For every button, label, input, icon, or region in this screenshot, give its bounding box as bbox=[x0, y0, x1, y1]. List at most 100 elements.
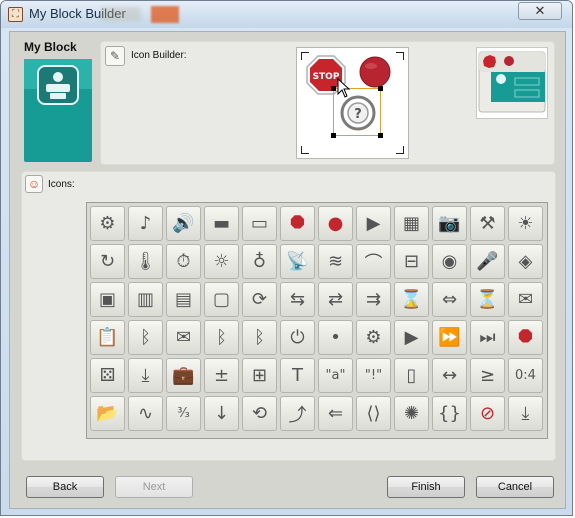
text-icon[interactable]: T bbox=[280, 358, 315, 393]
record-icon[interactable]: ● bbox=[318, 206, 353, 241]
fast-forward-gear-icon[interactable]: ⏭ bbox=[470, 320, 505, 355]
icon-palette-grid: ⚙ ♪ 🔊 ▬ ▭ ⯃ ● ▶ ▦ 📷 ⚒ ☀ ↻ 🌡 ⏱ ☼ ♁ 📡 ≋ ⌒ ⊟ ◉ 🎤 ◈ ▣ ▥ ▤ ▢ ⟳ ⇆ ⇄ ⇉ ⌛ ⇔ ⏳ ✉ 📋 ᛒ ✉ ᛒ… bbox=[86, 202, 548, 439]
play-icon[interactable]: ▶ bbox=[356, 206, 391, 241]
speaker-icon[interactable]: 🔊 bbox=[166, 206, 201, 241]
thermometer-icon[interactable]: 🌡 bbox=[128, 244, 163, 279]
stop-gear-icon[interactable]: ⯃ bbox=[508, 320, 543, 355]
smiley-icon[interactable]: ☺ bbox=[25, 175, 43, 193]
stethoscope-icon[interactable]: ♁ bbox=[242, 244, 277, 279]
send-message-icon[interactable]: ✉ bbox=[508, 282, 543, 317]
compass-icon[interactable]: ◉ bbox=[432, 244, 467, 279]
compare-icon[interactable]: ≥ bbox=[470, 358, 505, 393]
my-block-label: My Block bbox=[24, 40, 77, 54]
play-gear-icon[interactable]: ▶ bbox=[394, 320, 429, 355]
bluetooth-send-icon[interactable]: ᛒ bbox=[204, 320, 239, 355]
motor-icon[interactable]: ⚒ bbox=[470, 206, 505, 241]
microphone-icon[interactable]: 🎤 bbox=[470, 244, 505, 279]
flashlight-icon[interactable]: ▬ bbox=[204, 206, 239, 241]
envelope-icon[interactable]: ✉ bbox=[166, 320, 201, 355]
svg-text:?: ? bbox=[354, 107, 362, 122]
next-button[interactable]: Next bbox=[115, 476, 193, 498]
icon-preview bbox=[476, 47, 548, 119]
background-blur bbox=[101, 7, 141, 21]
calculator-icon[interactable]: ⊞ bbox=[242, 358, 277, 393]
sound-wave-icon[interactable]: ≋ bbox=[318, 244, 353, 279]
camera-icon[interactable]: 📷 bbox=[432, 206, 467, 241]
clipboard-icon[interactable]: 📋 bbox=[90, 320, 125, 355]
refresh-icon[interactable]: ⟲ bbox=[242, 396, 277, 431]
no-sign-icon[interactable]: ⊘ bbox=[470, 396, 505, 431]
antenna-icon[interactable]: 📡 bbox=[280, 244, 315, 279]
music-note-icon[interactable]: ♪ bbox=[128, 206, 163, 241]
my-block-builder-window: ⛶ My Block Builder ✕ My Block ✎ Icon Bui… bbox=[0, 0, 573, 516]
stop-sign-icon[interactable]: ⯃ bbox=[280, 206, 315, 241]
download-icon[interactable]: ⤓ bbox=[508, 396, 543, 431]
counter-icon[interactable]: 0:4 bbox=[508, 358, 543, 393]
loop-icon[interactable]: ⟳ bbox=[242, 282, 277, 317]
left-right-icon[interactable]: ⟨⟩ bbox=[356, 396, 391, 431]
cancel-button[interactable]: Cancel bbox=[476, 476, 554, 498]
close-button[interactable]: ✕ bbox=[518, 2, 562, 20]
light-sun-icon[interactable]: ☀ bbox=[508, 206, 543, 241]
icon-builder-panel: ✎ Icon Builder: STOP ? bbox=[100, 41, 555, 165]
rotate-dial-icon[interactable]: ✺ bbox=[394, 396, 429, 431]
branch-icon[interactable]: ⤴ bbox=[280, 396, 315, 431]
my-block-icon bbox=[37, 65, 79, 105]
brace-icon[interactable]: {} bbox=[432, 396, 467, 431]
bluetooth-receive-icon[interactable]: ᛒ bbox=[242, 320, 277, 355]
data-block-icon[interactable]: ▣ bbox=[90, 282, 125, 317]
down-arrow-icon[interactable]: ↓ bbox=[204, 396, 239, 431]
random-icon[interactable]: ⇄ bbox=[318, 282, 353, 317]
icons-label: Icons: bbox=[48, 179, 75, 190]
icons-panel: ☺ Icons: ⚙ ♪ 🔊 ▬ ▭ ⯃ ● ▶ ▦ 📷 ⚒ ☀ ↻ 🌡 ⏱ ☼ ♁ 📡 ≋ ⌒ ⊟ ◉ 🎤 ◈ ▣ ▥ ▤ ▢ ⟳ ⇆ ⇄… bbox=[21, 171, 556, 461]
split-arrows-icon[interactable]: ⇆ bbox=[280, 282, 315, 317]
quote-a-icon[interactable]: "a" bbox=[318, 358, 353, 393]
number-switch-icon[interactable]: ⇉ bbox=[356, 282, 391, 317]
number-convert-icon[interactable]: ³⁄₃ bbox=[166, 396, 201, 431]
download-arrow-icon[interactable]: ⤓ bbox=[128, 358, 163, 393]
icon-builder-label: Icon Builder: bbox=[131, 50, 187, 61]
file-icon[interactable]: ▢ bbox=[204, 282, 239, 317]
box-icon[interactable]: ▤ bbox=[166, 282, 201, 317]
power-icon[interactable]: ⏻ bbox=[280, 320, 315, 355]
pencil-icon[interactable]: ✎ bbox=[105, 46, 125, 66]
ultrasonic-icon[interactable]: ⊟ bbox=[394, 244, 429, 279]
spool-icon[interactable]: ▯ bbox=[394, 358, 429, 393]
display-icon[interactable]: ▭ bbox=[242, 206, 277, 241]
hourglass-icon[interactable]: ⏳ bbox=[470, 282, 505, 317]
bluetooth-icon[interactable]: ᛒ bbox=[128, 320, 163, 355]
record-circle-icon[interactable] bbox=[357, 54, 393, 90]
rotation-question-icon[interactable]: ? bbox=[338, 93, 378, 133]
mouse-cursor-icon bbox=[337, 78, 351, 98]
title-bar[interactable]: ⛶ My Block Builder ✕ bbox=[1, 1, 572, 28]
dialog-body: My Block ✎ Icon Builder: STOP ? ☺ Icons:… bbox=[9, 31, 566, 509]
canvas-corner-bl bbox=[301, 146, 309, 154]
satellite-dish-icon[interactable]: ⌒ bbox=[356, 244, 391, 279]
gear-icon[interactable]: ⚙ bbox=[90, 206, 125, 241]
dice-icon[interactable]: ⚄ bbox=[90, 358, 125, 393]
hourglass-small-icon[interactable]: ⌛ bbox=[394, 282, 429, 317]
nxt-brick-icon[interactable]: ▦ bbox=[394, 206, 429, 241]
range-icon[interactable]: ⇔ bbox=[432, 282, 467, 317]
forward-gear-icon[interactable]: ⏩ bbox=[432, 320, 467, 355]
battery-icon[interactable]: ▥ bbox=[128, 282, 163, 317]
eye-icon[interactable]: ◈ bbox=[508, 244, 543, 279]
waveform-icon[interactable]: ∿ bbox=[128, 396, 163, 431]
back-arrow-icon[interactable]: ⇐ bbox=[318, 396, 353, 431]
canvas-corner-tr bbox=[396, 52, 404, 60]
gears-icon[interactable]: ⚙ bbox=[356, 320, 391, 355]
finish-button[interactable]: Finish bbox=[387, 476, 465, 498]
back-button[interactable]: Back bbox=[26, 476, 104, 498]
folder-icon[interactable]: 📂 bbox=[90, 396, 125, 431]
quote-bang-icon[interactable]: "!" bbox=[356, 358, 391, 393]
math-icon[interactable]: ± bbox=[204, 358, 239, 393]
background-blur-orange bbox=[151, 6, 179, 23]
dot-icon[interactable]: • bbox=[318, 320, 353, 355]
timer-icon[interactable]: ⏱ bbox=[166, 244, 201, 279]
briefcase-icon[interactable]: 💼 bbox=[166, 358, 201, 393]
sensor-light-icon[interactable]: ☼ bbox=[204, 244, 239, 279]
rotation-sensor-icon[interactable]: ↻ bbox=[90, 244, 125, 279]
width-arrows-icon[interactable]: ↔ bbox=[432, 358, 467, 393]
icon-builder-canvas[interactable]: STOP ? bbox=[296, 47, 409, 159]
app-icon: ⛶ bbox=[8, 7, 23, 22]
